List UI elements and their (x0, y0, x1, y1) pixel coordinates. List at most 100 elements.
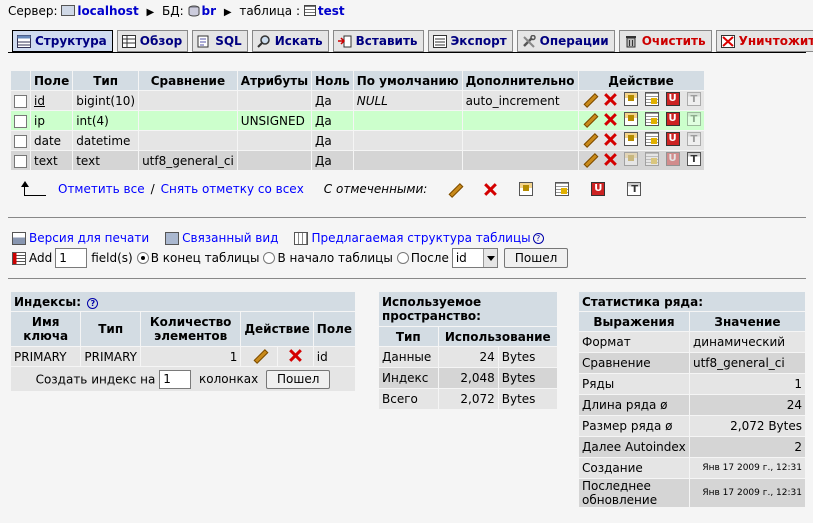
browse-icon (121, 34, 136, 48)
delete-icon[interactable] (603, 112, 617, 126)
empty-icon (625, 35, 636, 47)
table-link[interactable]: test (318, 4, 345, 18)
tab-label: Обзор (139, 34, 183, 48)
field-name: ip (31, 111, 73, 130)
separator: / (150, 182, 155, 196)
unique-icon[interactable] (665, 112, 680, 126)
row-checkbox[interactable] (14, 94, 27, 108)
edit-icon[interactable] (582, 152, 596, 166)
edit-selected-icon[interactable] (447, 182, 461, 196)
tab-search[interactable]: Искать (251, 30, 329, 52)
table-row: Ряды 1 (579, 374, 805, 394)
primary-key-icon[interactable] (623, 112, 638, 126)
index-icon[interactable] (644, 92, 659, 106)
tab-browse[interactable]: Обзор (116, 30, 189, 52)
space-value: 24 (438, 347, 498, 367)
unique-icon[interactable] (665, 132, 680, 146)
field-type: int(4) (73, 111, 139, 130)
delete-icon[interactable] (603, 92, 617, 106)
index-icon[interactable] (644, 152, 659, 166)
row-checkbox[interactable] (14, 114, 27, 128)
delete-icon[interactable] (603, 152, 617, 166)
edit-icon[interactable] (582, 112, 596, 126)
delete-icon[interactable] (603, 132, 617, 146)
fulltext-selected-icon[interactable] (627, 182, 642, 196)
table-row: text text utf8_general_ci Да (11, 151, 704, 170)
tab-drop[interactable]: Уничтожить (715, 30, 813, 52)
create-index-go-button[interactable]: Пошел (266, 369, 331, 389)
stat-label: Далее Autoindex (579, 437, 689, 457)
help-icon[interactable]: ? (87, 297, 99, 309)
edit-icon[interactable] (582, 92, 596, 106)
fulltext-icon[interactable] (686, 132, 701, 146)
stat-value: utf8_general_ci (690, 353, 805, 373)
stat-value: 1 (690, 374, 805, 394)
propose-structure-link[interactable]: Предлагаемая структура таблицы (311, 231, 530, 245)
breadcrumb: Сервер: localhost ▶ БД: br ▶ таблица : t… (8, 4, 345, 20)
print-view-link[interactable]: Версия для печати (29, 231, 149, 245)
table-row: Размер ряда ø 2,072 Bytes (579, 416, 805, 436)
column-header-field: Поле (31, 71, 73, 90)
row-checkbox[interactable] (14, 154, 27, 168)
delete-selected-icon[interactable] (483, 182, 497, 196)
fulltext-icon[interactable] (686, 112, 701, 126)
table-row: Сравнение utf8_general_ci (579, 353, 805, 373)
tab-structure[interactable]: Структура (12, 30, 113, 52)
space-unit: Bytes (498, 347, 557, 367)
help-icon[interactable]: ? (532, 232, 544, 244)
index-icon[interactable] (644, 132, 659, 146)
index-selected-icon[interactable] (555, 182, 570, 196)
space-usage-title: Используемое пространство: (379, 292, 557, 326)
stat-label: Длина ряда ø (579, 395, 689, 415)
after-field-radio[interactable] (396, 252, 409, 264)
column-header-action: Действие (578, 71, 704, 90)
check-all-bar: Отметить все / Снять отметку со всех С о… (20, 180, 663, 198)
unique-selected-icon[interactable] (591, 182, 606, 196)
uncheck-all-link[interactable]: Снять отметку со всех (161, 182, 304, 196)
tab-export[interactable]: Экспорт (427, 30, 513, 52)
edit-icon[interactable] (582, 132, 596, 146)
unique-icon[interactable] (665, 152, 680, 166)
tab-operations[interactable]: Операции (516, 30, 615, 52)
column-header-null: Ноль (312, 71, 353, 90)
server-link[interactable]: localhost (77, 4, 138, 18)
drop-index-icon[interactable] (288, 348, 302, 362)
index-header-cardinality: Количество элементов (140, 312, 241, 346)
primary-key-icon[interactable] (623, 152, 638, 166)
tab-insert[interactable]: Вставить (332, 30, 424, 52)
field-type: datetime (73, 131, 139, 150)
primary-selected-icon[interactable] (519, 182, 534, 196)
table-row: Создание Янв 17 2009 г., 12:31 (579, 458, 805, 478)
field-count-input[interactable]: 1 (55, 248, 88, 268)
add-go-button[interactable]: Пошел (503, 248, 569, 268)
row-checkbox[interactable] (14, 134, 27, 148)
table-row: Последнее обновление Янв 17 2009 г., 12:… (579, 479, 805, 507)
column-header-default: По умолчанию (353, 71, 462, 90)
create-index-count-input[interactable]: 1 (159, 369, 192, 389)
edit-index-icon[interactable] (252, 348, 266, 362)
primary-key-icon[interactable] (623, 132, 638, 146)
field-name: id (34, 93, 45, 108)
relation-view-link[interactable]: Связанный вид (182, 231, 278, 245)
check-all-link[interactable]: Отметить все (58, 182, 145, 196)
end-of-table-radio[interactable] (136, 252, 149, 264)
space-header-usage: Использование (438, 327, 557, 346)
index-icon[interactable] (644, 112, 659, 126)
chevron-down-icon (482, 249, 497, 267)
unique-icon[interactable] (665, 92, 680, 106)
space-type: Всего (379, 389, 438, 409)
db-link[interactable]: br (202, 4, 217, 18)
indexes-title-text: Индексы: (14, 294, 82, 309)
primary-key-icon[interactable] (623, 92, 638, 106)
table-label: таблица : (239, 4, 300, 18)
column-header-attributes: Атрибуты (237, 71, 312, 90)
add-label: Add (29, 251, 53, 265)
after-field-select[interactable]: id (451, 248, 498, 268)
field-attributes (237, 151, 312, 170)
tab-empty[interactable]: Очистить (618, 30, 712, 52)
fulltext-icon[interactable] (686, 152, 701, 166)
tab-sql[interactable]: SQL (192, 30, 248, 52)
structure-table: Поле Тип Сравнение Атрибуты Ноль По умол… (10, 70, 705, 171)
start-of-table-radio[interactable] (263, 252, 276, 264)
fulltext-icon[interactable] (686, 92, 701, 106)
